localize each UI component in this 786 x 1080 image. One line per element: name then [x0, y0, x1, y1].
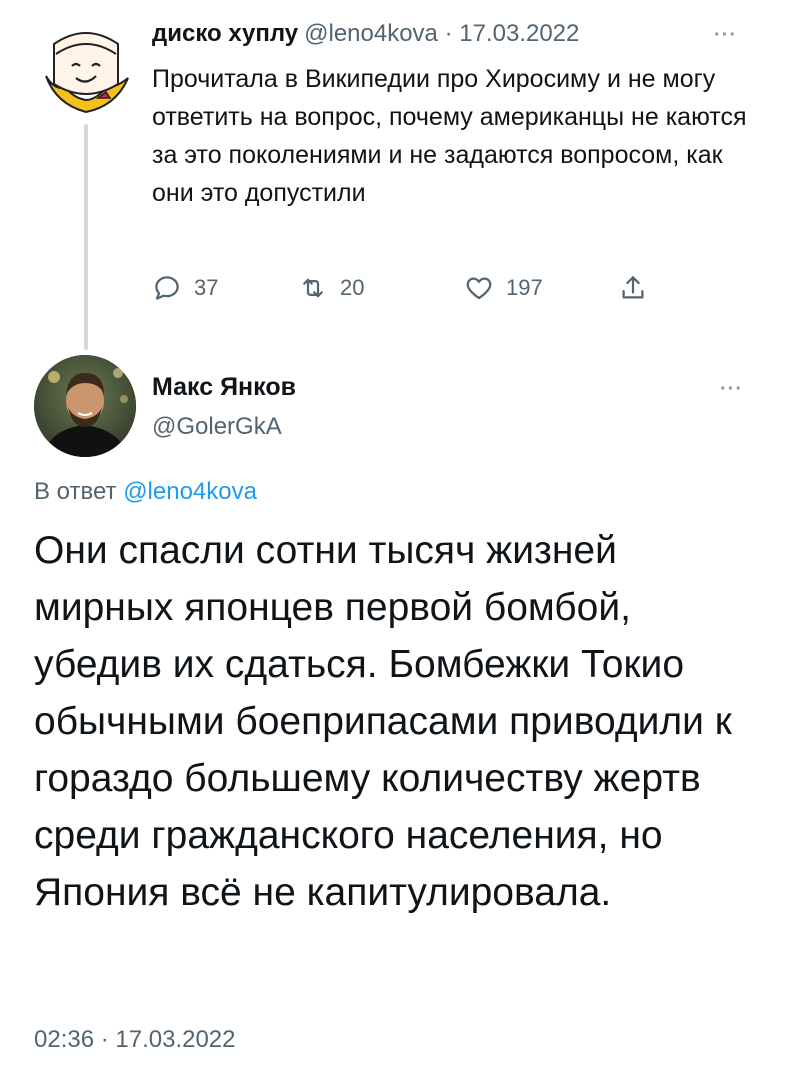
- more-options-icon[interactable]: ···: [720, 378, 743, 401]
- thread-connector-line: [84, 124, 88, 350]
- tweet-date[interactable]: 17.03.2022: [459, 20, 579, 47]
- retweet-icon: [303, 278, 323, 298]
- tweet-text: Они спасли сотни тысяч жизней мирных япо…: [34, 529, 732, 914]
- tweet-text: Прочитала в Википедии про Хиросиму и не …: [152, 65, 747, 207]
- like-count: 197: [506, 275, 543, 300]
- tweet-actions: 37 20 197: [152, 268, 672, 308]
- tweet-header: диско хуплу @leno4kova · 17.03.2022: [152, 20, 579, 48]
- tweet-timestamp[interactable]: 02:36 · 17.03.2022: [34, 1026, 236, 1054]
- reply-button[interactable]: 37: [152, 268, 218, 308]
- reply-icon: [155, 276, 179, 300]
- user-photo-icon: [34, 355, 136, 457]
- parent-tweet[interactable]: диско хуплу @leno4kova · 17.03.2022 ··· П…: [0, 0, 786, 350]
- heart-icon: [466, 277, 492, 300]
- reply-mention-link[interactable]: @leno4kova: [123, 478, 257, 505]
- meta-separator: ·: [444, 20, 453, 47]
- share-icon: [622, 276, 644, 299]
- avatar[interactable]: [34, 355, 136, 457]
- display-name[interactable]: диско хуплу: [152, 20, 298, 47]
- reply-context: В ответ @leno4kova: [34, 478, 257, 506]
- retweet-count: 20: [340, 275, 365, 300]
- handle[interactable]: @leno4kova: [304, 20, 438, 47]
- more-options-icon[interactable]: ···: [714, 24, 737, 47]
- handle[interactable]: @GolerGkA: [152, 413, 282, 441]
- retweet-button[interactable]: 20: [298, 268, 364, 308]
- reply-prefix: В ответ: [34, 478, 117, 505]
- share-button[interactable]: [618, 268, 648, 308]
- display-name[interactable]: Макс Янков: [152, 373, 296, 402]
- avatar[interactable]: [36, 14, 136, 114]
- like-button[interactable]: 197: [464, 268, 543, 308]
- cartoon-avatar-icon: [36, 14, 136, 114]
- reply-count: 37: [194, 275, 219, 300]
